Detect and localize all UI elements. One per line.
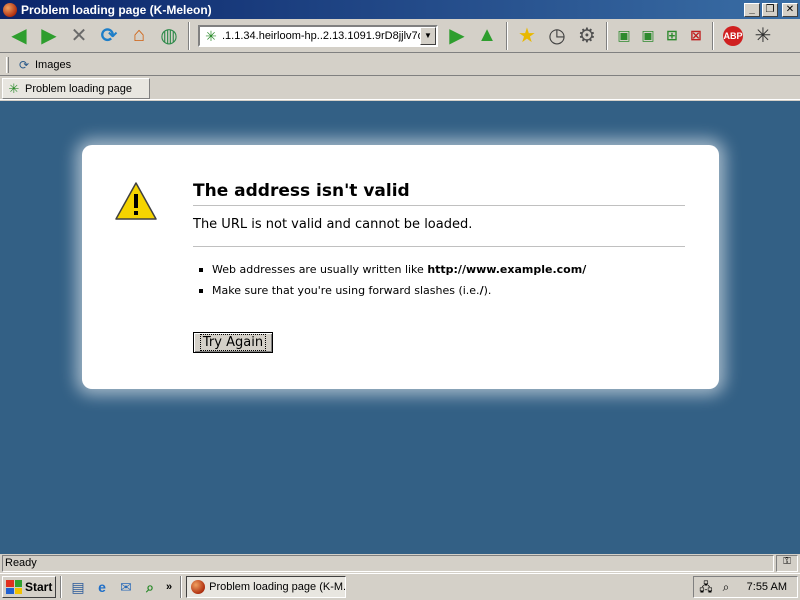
bookmarks-star-icon: ★ bbox=[518, 25, 536, 47]
taskbar-separator bbox=[60, 576, 62, 598]
warning-icon bbox=[115, 182, 157, 220]
forward-button[interactable]: ▶ bbox=[34, 21, 64, 51]
windows-logo-icon bbox=[6, 580, 22, 594]
history-clock-icon: ◷ bbox=[548, 25, 566, 47]
taskbar-separator bbox=[180, 576, 183, 598]
show-desktop-icon[interactable]: ▤ bbox=[68, 577, 88, 597]
up-button[interactable]: ▲ bbox=[472, 21, 502, 51]
settings-gear-button[interactable]: ⚙ bbox=[572, 21, 602, 51]
try-again-label: Try Again bbox=[199, 334, 267, 351]
suggestion-text: Make sure that you're using forward slas… bbox=[212, 284, 480, 297]
suggestion-item: Make sure that you're using forward slas… bbox=[193, 284, 685, 297]
images-toggle-button[interactable]: ⟳ Images bbox=[17, 58, 71, 72]
reload-button[interactable]: ⟳ bbox=[94, 21, 124, 51]
restore-button[interactable]: ❐ bbox=[762, 2, 778, 17]
suggestion-item: Web addresses are usually written like h… bbox=[193, 263, 685, 276]
new-window-button[interactable]: ⊞ bbox=[660, 21, 684, 51]
home-icon: ⌂ bbox=[132, 24, 146, 46]
kmeleon-app-icon[interactable] bbox=[3, 2, 17, 17]
adblock-icon: ABP bbox=[723, 25, 743, 46]
search-icon[interactable]: ⌕ bbox=[140, 577, 160, 597]
go-button[interactable]: ▶ bbox=[442, 21, 472, 51]
suggestion-text: Web addresses are usually written like bbox=[212, 263, 424, 276]
window-controls: _ ❐ ✕ bbox=[744, 2, 798, 17]
taskbar-window-label: Problem loading page (K-M... bbox=[209, 581, 347, 593]
stop-icon: ✕ bbox=[70, 25, 88, 47]
window-prev-icon: ▣ bbox=[617, 27, 631, 43]
taskbar: Start ▤ e ✉ ⌕ » Problem loading page (K-M..… bbox=[0, 573, 800, 600]
throbber-button[interactable]: ✳ bbox=[748, 21, 778, 51]
url-dropdown-button[interactable]: ▼ bbox=[420, 26, 436, 45]
tab-problem-loading-page[interactable]: ✳ Problem loading page bbox=[2, 78, 150, 99]
example-url: http://www.example.com/ bbox=[427, 263, 587, 276]
quick-launch-more-icon[interactable]: » bbox=[166, 581, 172, 593]
window-next-icon: ▣ bbox=[641, 27, 655, 43]
try-again-button[interactable]: Try Again bbox=[193, 332, 273, 353]
bullet-icon bbox=[199, 267, 203, 272]
home-button[interactable]: ⌂ bbox=[124, 21, 154, 51]
links-bar: ⟳ Images bbox=[0, 54, 800, 76]
new-window-icon: ⊞ bbox=[666, 27, 678, 43]
kmeleon-task-icon bbox=[191, 580, 206, 594]
error-suggestions: Web addresses are usually written like h… bbox=[193, 263, 685, 305]
minimize-button[interactable]: _ bbox=[744, 2, 760, 17]
bookmarks-star-button[interactable]: ★ bbox=[512, 21, 542, 51]
history-clock-button[interactable]: ◷ bbox=[542, 21, 572, 51]
taskbar-window-button[interactable]: Problem loading page (K-M... bbox=[186, 576, 347, 598]
close-window-button[interactable]: ⊠ bbox=[684, 21, 708, 51]
toolbar-separator bbox=[606, 21, 608, 50]
forward-icon: ▶ bbox=[41, 25, 57, 47]
outlook-express-icon[interactable]: ✉ bbox=[116, 577, 136, 597]
close-window-icon: ⊠ bbox=[690, 27, 702, 43]
suggestion-suffix: ). bbox=[483, 284, 492, 297]
toolbar-separator bbox=[506, 21, 508, 50]
window-title: Problem loading page (K-Meleon) bbox=[21, 2, 212, 17]
back-icon: ◀ bbox=[11, 25, 27, 47]
tab-loading-icon: ✳ bbox=[8, 80, 20, 96]
error-title: The address isn't valid bbox=[193, 181, 685, 206]
close-button[interactable]: ✕ bbox=[782, 2, 798, 17]
toolbar-separator bbox=[188, 21, 190, 50]
status-bar: Ready ⚿ bbox=[0, 554, 800, 573]
stop-button[interactable]: ✕ bbox=[64, 21, 94, 51]
navigation-toolbar: ◀ ▶ ✕ ⟳ ⌂ ◍ ✳ .1.1.34.heirloom-hp..2.13.1091.… bbox=[0, 19, 800, 53]
up-icon: ▲ bbox=[477, 24, 497, 46]
tab-bar: ✳ Problem loading page bbox=[0, 77, 800, 100]
back-button[interactable]: ◀ bbox=[4, 21, 34, 51]
toolbar-separator bbox=[712, 21, 714, 50]
quick-launch: ▤ e ✉ ⌕ bbox=[66, 577, 162, 597]
title-bar[interactable]: Problem loading page (K-Meleon) _ ❐ ✕ bbox=[0, 0, 800, 19]
globe-button[interactable]: ◍ bbox=[154, 21, 184, 51]
reload-icon: ⟳ bbox=[100, 25, 118, 47]
window-prev-button[interactable]: ▣ bbox=[612, 21, 636, 51]
error-description: The URL is not valid and cannot be loade… bbox=[193, 217, 685, 247]
adblock-button[interactable]: ABP bbox=[718, 21, 748, 51]
nav-buttons: ◀ ▶ ✕ ⟳ ⌂ ◍ bbox=[4, 21, 184, 51]
url-bar[interactable]: ✳ .1.1.34.heirloom-hp..2.13.1091.9rD8jjl… bbox=[198, 24, 438, 47]
status-text: Ready bbox=[2, 555, 774, 572]
toolbar-grip[interactable] bbox=[6, 56, 9, 73]
tray-search-icon[interactable]: ⌕ bbox=[718, 579, 734, 595]
start-label: Start bbox=[25, 580, 53, 594]
network-icon[interactable]: 🖧 bbox=[698, 579, 714, 595]
globe-icon: ◍ bbox=[160, 25, 178, 47]
internet-explorer-icon[interactable]: e bbox=[92, 577, 112, 597]
page-loading-icon: ✳ bbox=[205, 27, 217, 44]
security-status-icon[interactable]: ⚿ bbox=[776, 555, 798, 572]
clock[interactable]: 7:55 AM bbox=[747, 581, 787, 593]
start-button[interactable]: Start bbox=[2, 576, 56, 598]
tab-label: Problem loading page bbox=[25, 82, 133, 95]
images-icon: ⟳ bbox=[18, 57, 30, 72]
throbber-icon: ✳ bbox=[754, 25, 772, 47]
extra-buttons: ▶ ▲ ★ ◷ ⚙ ▣ ▣ ⊞ ⊠ ABP ✳ bbox=[442, 21, 778, 51]
bullet-icon bbox=[199, 288, 203, 293]
images-label: Images bbox=[35, 58, 72, 71]
error-box: The address isn't valid The URL is not v… bbox=[82, 145, 719, 389]
go-icon: ▶ bbox=[449, 25, 465, 47]
window-next-button[interactable]: ▣ bbox=[636, 21, 660, 51]
page-content: The address isn't valid The URL is not v… bbox=[0, 101, 800, 554]
settings-gear-icon: ⚙ bbox=[578, 25, 596, 47]
url-input[interactable]: .1.1.34.heirloom-hp..2.13.1091.9rD8jjlv7… bbox=[222, 30, 420, 42]
system-tray: 🖧 ⌕ 7:55 AM bbox=[693, 576, 798, 598]
